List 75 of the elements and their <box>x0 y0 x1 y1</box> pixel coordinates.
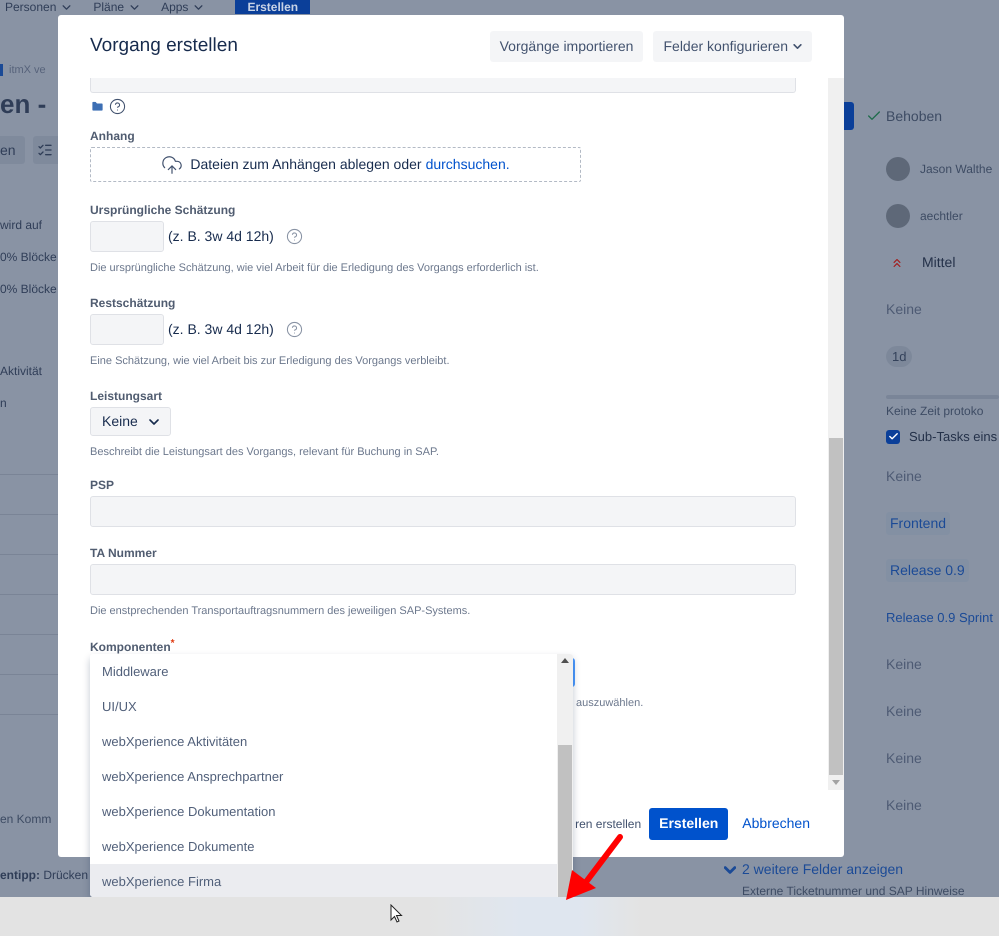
folder-icon[interactable] <box>90 100 105 113</box>
description-text: 0% Blöcke <box>0 281 58 298</box>
time-tracking-text: Keine Zeit protoko <box>886 403 984 420</box>
dropdown-option[interactable]: Middleware <box>90 654 557 689</box>
more-fields-hint: Externe Ticketnummer und SAP Hinweise <box>742 883 966 900</box>
field-value: Keine <box>886 467 922 486</box>
field-value: Keine <box>886 749 922 768</box>
field-description: Eine Schätzung, wie viel Arbeit bis zur Erledigung des Vorgangs verbleibt. <box>90 354 451 368</box>
chevron-down-icon <box>130 4 140 10</box>
chevron-down-icon <box>149 418 159 424</box>
status-text: Behoben <box>886 106 942 126</box>
help-icon[interactable] <box>109 98 126 115</box>
browse-link[interactable]: durchsuchen. <box>426 154 510 175</box>
tip-text: entipp: Drücken <box>0 867 88 884</box>
field-description: Beschreibt die Leistungsart des Vorgangs, relevant für Buchung in SAP. <box>90 445 440 459</box>
nav-menu[interactable]: Apps <box>161 0 204 14</box>
estimate-input[interactable] <box>90 314 164 345</box>
description-text: 0% Blöcke <box>0 249 58 266</box>
field-value: Keine <box>886 300 922 319</box>
chevron-down-icon <box>724 866 736 874</box>
checklist-icon <box>37 142 54 158</box>
description-text: wird auf <box>0 217 44 234</box>
dropdown-option[interactable]: webXperience Firma <box>90 864 557 897</box>
create-button[interactable]: Erstellen <box>649 808 728 840</box>
field-label: Komponenten$^{*}$ <box>90 637 176 654</box>
check-icon <box>888 431 898 442</box>
comment-hint: en Komm <box>0 811 52 828</box>
header-button[interactable]: Vorgänge importieren <box>490 31 644 62</box>
field-description: auszuwählen. <box>576 696 644 710</box>
description-text: Aktivität <box>0 363 44 380</box>
estimate-lozenge: 1d <box>886 346 912 368</box>
field-description: Die enstprechenden Transportauftragsnummern des jeweiligen SAP-Systems. <box>90 604 472 618</box>
required-mark: * <box>170 638 175 649</box>
chevron-down-icon <box>62 4 72 10</box>
description-text: n <box>0 395 8 412</box>
field-label: TA Nummer <box>90 546 158 560</box>
dialog-scrollbar[interactable] <box>828 78 844 790</box>
dialog-title: Vorgang erstellen <box>90 34 238 58</box>
estimate-hint: (z. B. 3w 4d 12h) <box>168 320 274 339</box>
create-another-label: ren erstellen <box>575 816 642 832</box>
project-badge <box>0 64 3 76</box>
textarea-field[interactable] <box>90 78 796 93</box>
field-label: Restschätzung <box>90 296 176 310</box>
cursor-icon <box>390 904 403 923</box>
field-value: Keine <box>886 655 922 674</box>
toolbar-button[interactable] <box>32 136 58 164</box>
field-label: Anhang <box>90 129 136 143</box>
avatar <box>886 204 910 228</box>
checkbox-label: Sub-Tasks eins <box>909 428 998 446</box>
header-button[interactable]: Felder konfigurieren <box>653 31 812 62</box>
text-input[interactable] <box>90 564 796 595</box>
upload-icon <box>161 154 184 176</box>
estimate-hint: (z. B. 3w 4d 12h) <box>168 227 274 246</box>
field-label: Ursprüngliche Schätzung <box>90 203 236 217</box>
nav-menu[interactable]: Personen <box>5 0 72 14</box>
checkbox[interactable] <box>886 430 900 444</box>
attachment-dropzone[interactable]: Dateien zum Anhängen ablegen oder durchsuchen. <box>90 147 581 182</box>
caret-icon <box>793 44 802 49</box>
field-label: PSP <box>90 478 116 492</box>
field-description: Die ursprüngliche Schätzung, wie viel Arbeit für die Erledigung des Vorgangs erforderlich ist. <box>90 261 540 275</box>
text-input[interactable] <box>90 496 796 527</box>
issue-title: en - <box>0 88 48 121</box>
avatar <box>886 156 910 180</box>
estimate-input[interactable] <box>90 221 164 252</box>
field-label: Leistungsart <box>90 389 164 403</box>
field-value: Keine <box>886 796 922 815</box>
select-field[interactable]: Keine <box>90 407 171 436</box>
cancel-link[interactable]: Abbrechen <box>740 808 812 840</box>
dropzone-text: Dateien zum Anhängen ablegen oder <box>190 155 422 174</box>
nav-menu[interactable]: Pläne <box>93 0 140 14</box>
field-value: Keine <box>886 702 922 721</box>
dropdown-scrollbar[interactable] <box>557 654 573 897</box>
priority-text: Mittel <box>922 253 956 272</box>
chevron-down-icon <box>194 4 204 10</box>
create-button[interactable]: Erstellen <box>235 0 310 14</box>
